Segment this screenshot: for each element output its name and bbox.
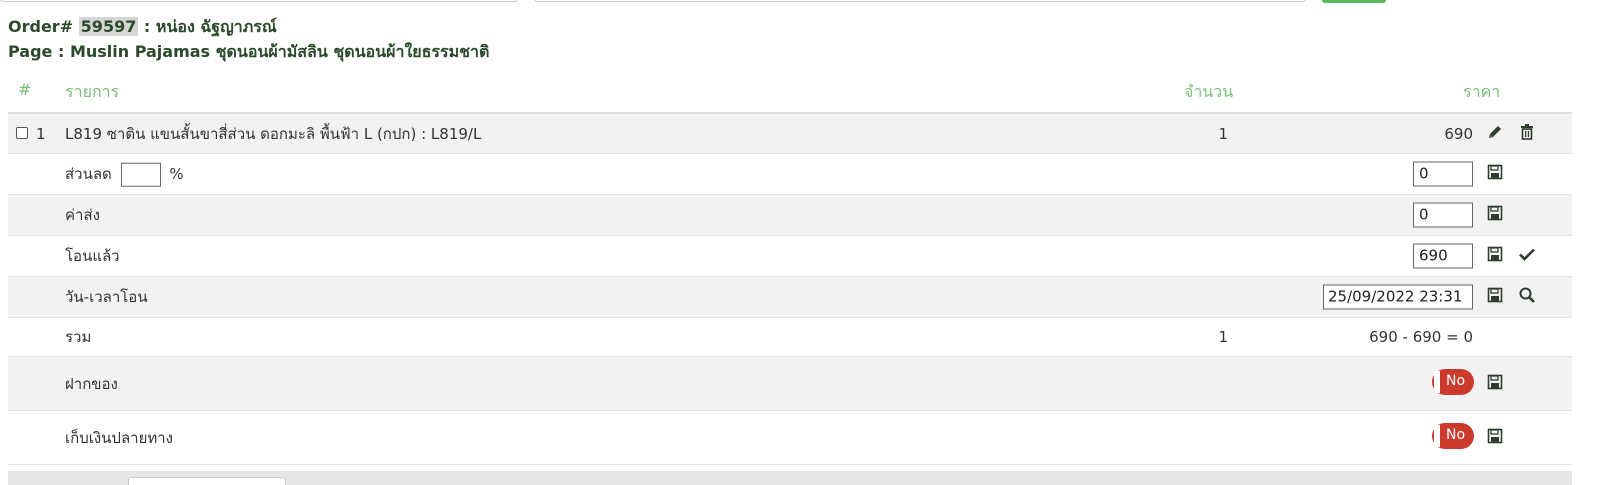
transferred-label: โอนแล้ว [65,247,120,265]
item-qty: 1 [1218,124,1228,143]
order-number: 59597 [78,17,139,36]
cod-toggle[interactable]: No [1432,422,1474,449]
discount-amount-input[interactable]: 0 [1413,161,1473,187]
trash-icon [1521,123,1533,140]
floppy-disk-icon [1487,164,1503,180]
order-table: # รายการ จำนวน ราคา 1 L819 ซาติน แขนสั้น… [8,72,1572,465]
edit-button[interactable] [1486,123,1504,145]
toggle-knob [1434,424,1440,447]
search-transfer-button[interactable] [1518,286,1536,308]
col-item: รายการ [65,82,120,101]
total-formula: 690 - 690 = 0 [1369,328,1473,346]
transfer-time-label: วัน-เวลาโอน [65,288,148,306]
item-index: 1 [36,124,46,143]
floppy-disk-icon [1487,287,1503,303]
shipping-label: ค่าส่ง [65,206,100,224]
deposit-label: ฝากของ [65,374,118,393]
total-label: รวม [65,328,92,346]
discount-percent-input[interactable] [120,162,161,187]
total-qty: 1 [1218,328,1228,346]
footer-input[interactable] [128,477,286,485]
toggle-knob [1434,370,1440,393]
shipping-input[interactable]: 0 [1413,202,1473,228]
floppy-disk-icon [1487,374,1503,389]
discount-unit: % [169,164,184,183]
save-transferred-button[interactable] [1486,245,1504,267]
footer-row [8,471,1572,485]
item-name: L819 ซาติน แขนสั้นขาสี่ส่วน ดอกมะลิ พื้น… [65,124,482,143]
item-price: 690 [1444,124,1473,143]
order-prefix: Order# [8,17,74,36]
top-controls [0,0,1597,6]
save-transfer-time-button[interactable] [1486,286,1504,308]
delete-button[interactable] [1518,123,1536,145]
order-header: Order# 59597 : หน่อง ฉัฐญาภรณ์ Page : Mu… [8,14,489,64]
table-row-deposit: ฝากของ No [8,357,1572,411]
top-submit-button[interactable] [1322,0,1386,3]
top-input-left[interactable] [0,0,518,2]
col-index: # [18,80,32,99]
floppy-disk-icon [1487,428,1503,443]
transfer-time-input[interactable]: 25/09/2022 23:31 [1323,284,1473,310]
deposit-toggle-label: No [1446,372,1466,389]
table-row-transferred: โอนแล้ว 690 [8,236,1572,277]
table-row-item: 1 L819 ซาติน แขนสั้นขาสี่ส่วน ดอกมะลิ พื… [8,114,1572,154]
checkmark-icon [1519,248,1535,261]
discount-label: ส่วนลด [65,164,112,183]
confirm-transfer-button[interactable] [1518,245,1536,267]
pencil-icon [1489,125,1501,138]
cod-label: เก็บเงินปลายทาง [65,428,173,447]
order-customer: : หน่อง ฉัฐญาภรณ์ [143,17,277,36]
page-line: Page : Muslin Pajamas ชุดนอนผ้ามัสลิน ชุ… [8,42,490,61]
save-shipping-button[interactable] [1486,204,1504,226]
table-header: # รายการ จำนวน ราคา [8,72,1572,114]
cod-toggle-label: No [1446,426,1466,443]
deposit-toggle[interactable]: No [1432,368,1474,395]
save-cod-button[interactable] [1486,427,1504,449]
floppy-disk-icon [1487,246,1503,262]
search-icon [1519,287,1535,303]
table-row-discount: ส่วนลด % 0 [8,154,1572,195]
col-qty: จำนวน [1184,82,1234,101]
order-line: Order# 59597 : หน่อง ฉัฐญาภรณ์ [8,14,489,39]
table-row-cod: เก็บเงินปลายทาง No [8,411,1572,465]
save-discount-button[interactable] [1486,163,1504,185]
item-checkbox[interactable] [16,126,28,139]
table-row-transfer-time: วัน-เวลาโอน 25/09/2022 23:31 [8,277,1572,318]
col-price: ราคา [1463,82,1501,101]
top-input-right[interactable] [534,0,1306,2]
transferred-input[interactable]: 690 [1413,243,1473,269]
table-row-shipping: ค่าส่ง 0 [8,195,1572,236]
save-deposit-button[interactable] [1486,373,1504,395]
floppy-disk-icon [1487,205,1503,221]
table-row-total: รวม 1 690 - 690 = 0 [8,318,1572,357]
